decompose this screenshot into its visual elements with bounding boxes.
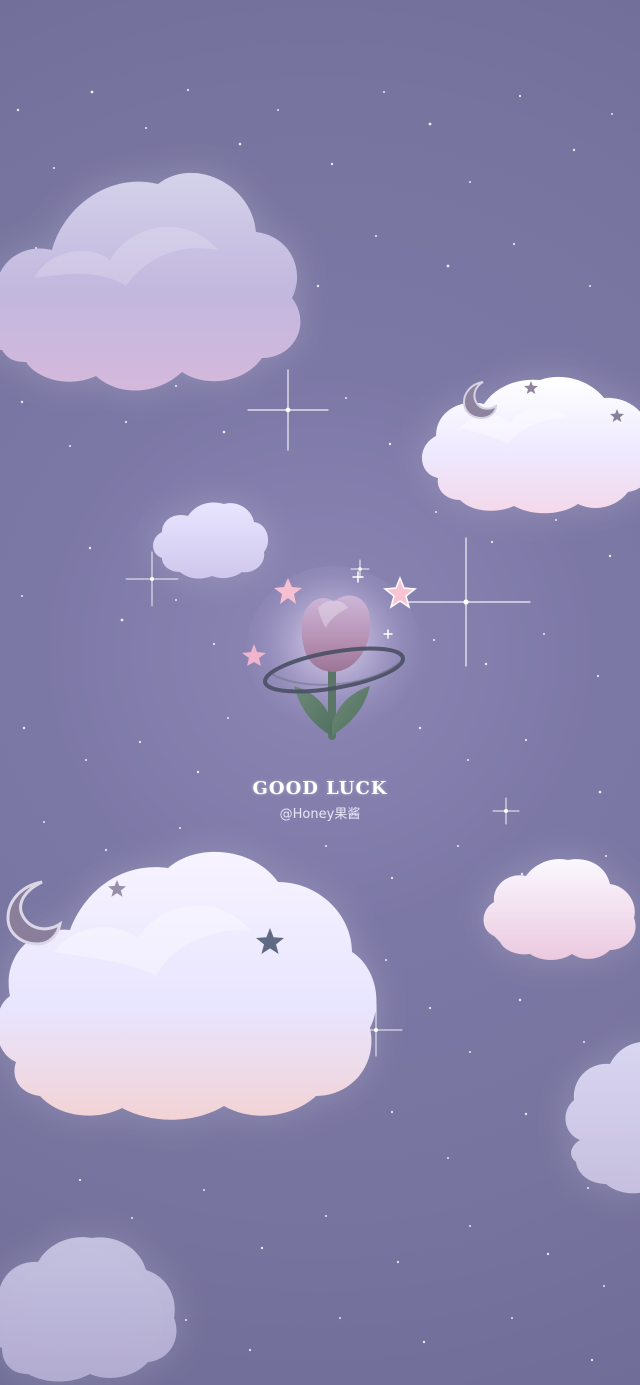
tulip-illustration xyxy=(230,560,450,770)
moon-icon xyxy=(456,378,500,426)
star-icon xyxy=(108,880,126,902)
wallpaper: GOOD LUCK @Honey果酱 xyxy=(0,0,640,1385)
cloud-right-edge xyxy=(560,1030,640,1200)
good-luck-text: GOOD LUCK xyxy=(252,778,388,799)
star-icon xyxy=(256,928,284,960)
author-credit: @Honey果酱 xyxy=(279,807,361,822)
star-icon xyxy=(524,380,538,399)
cloud-top-left xyxy=(0,160,301,400)
cloud-bottom-left-faded xyxy=(0,1230,180,1385)
moon-icon xyxy=(0,876,64,952)
star-icon xyxy=(610,408,624,427)
cloud-bottom-right xyxy=(480,856,640,962)
wallpaper-text: GOOD LUCK @Honey果酱 xyxy=(0,778,640,822)
